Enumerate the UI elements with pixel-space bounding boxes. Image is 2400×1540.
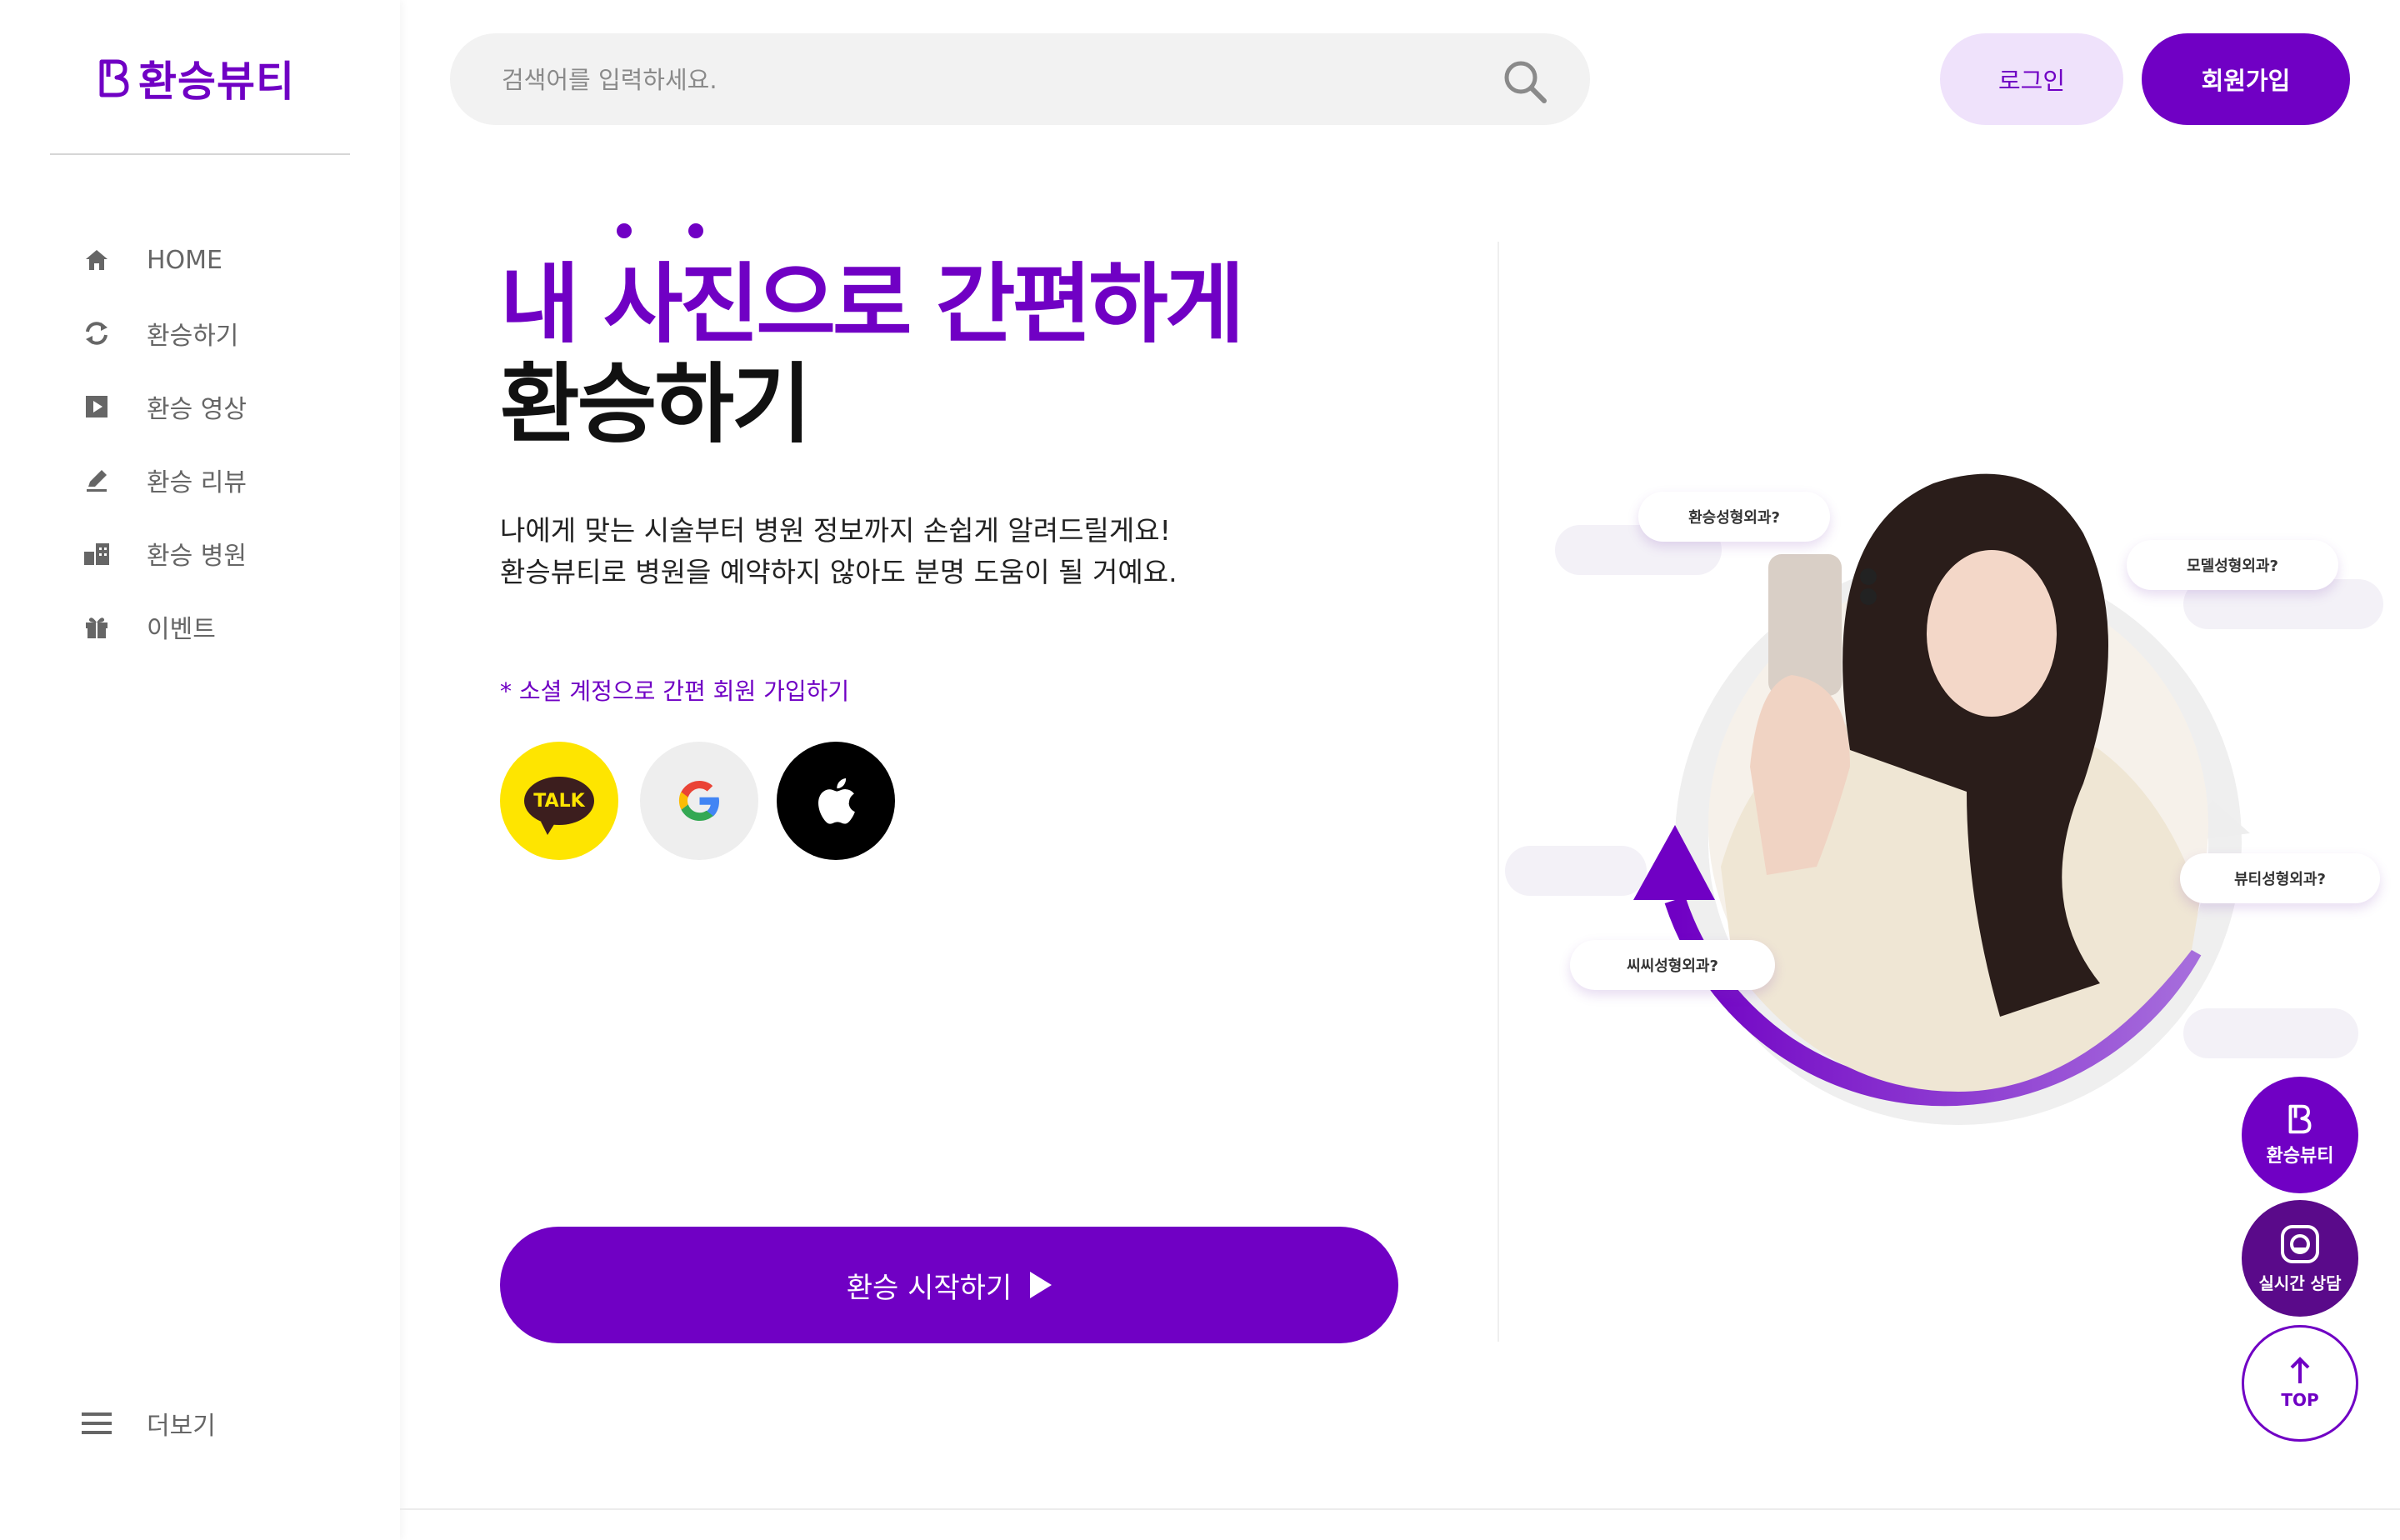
sidebar-item-hospital[interactable]: 환승 병원: [80, 517, 247, 590]
scroll-top-label: TOP: [2281, 1390, 2319, 1410]
hero-illustration: 환승성형외과? 모델성형외과? 뷰티성형외과? 씨씨성형외과?: [1500, 433, 2400, 1183]
hero-desc-line2: 환승뷰티로 병원을 예약하지 않아도 분명 도움이 될 거예요.: [500, 556, 1178, 588]
building-icon: [80, 537, 113, 570]
kakao-login-button[interactable]: TALK: [500, 742, 618, 860]
search-input[interactable]: [500, 33, 1420, 127]
play-icon: [80, 390, 113, 423]
arrow-up-icon: [2290, 1357, 2310, 1383]
more-menu[interactable]: 더보기: [80, 1390, 216, 1457]
sidebar-item-label: 환승 리뷰: [147, 468, 247, 498]
sidebar-item-label: 환승 영상: [147, 395, 247, 424]
live-chat-label: 실시간 상담: [2258, 1272, 2342, 1293]
logo-b-icon: [99, 59, 129, 98]
bubble-1: 환승성형외과?: [1638, 492, 1830, 542]
apple-icon: [818, 778, 855, 824]
kakao-talk-label: TALK: [533, 790, 585, 812]
apple-login-button[interactable]: [777, 742, 895, 860]
sidebar-item-label: HOME: [147, 245, 223, 275]
gift-icon: [80, 610, 113, 643]
more-label: 더보기: [147, 1412, 216, 1441]
logo-text: 환승뷰티: [138, 58, 295, 106]
sidebar-item-event[interactable]: 이벤트: [80, 590, 247, 663]
hero-desc-line1: 나에게 맞는 시술부터 병원 정보까지 손쉽게 알려드릴게요!: [500, 514, 1171, 547]
pencil-icon: [80, 463, 113, 497]
google-login-button[interactable]: [640, 742, 758, 860]
search-bar: [450, 33, 1590, 127]
logo-b-icon: [2288, 1104, 2312, 1134]
sidebar-item-home[interactable]: HOME: [80, 223, 247, 297]
sidebar-divider: [50, 153, 350, 155]
sidebar-nav: HOME 환승하기 환승 영상 환승 리뷰 환승 병원 이벤트: [80, 223, 247, 663]
bubble-4: 씨씨성형외과?: [1570, 940, 1775, 990]
play-arrow-icon: [1030, 1272, 1052, 1298]
sidebar-item-transfer[interactable]: 환승하기: [80, 297, 247, 370]
sidebar: 환승뷰티 HOME 환승하기 환승 영상 환승 리뷰 환승 병원 이벤트 더보기: [0, 0, 400, 1540]
google-icon: [678, 781, 719, 821]
home-icon: [80, 243, 113, 277]
kakao-talk-icon: TALK: [524, 777, 594, 835]
hamburger-icon: [80, 1407, 113, 1440]
live-chat-button[interactable]: 실시간 상담: [2242, 1200, 2358, 1317]
login-button[interactable]: 로그인: [1940, 33, 2123, 125]
footer-divider: [400, 1508, 2400, 1510]
content-divider: [1498, 242, 1499, 1342]
floating-brand-button[interactable]: 환승뷰티: [2242, 1077, 2358, 1193]
sidebar-item-label: 환승하기: [147, 322, 239, 351]
scroll-top-button[interactable]: TOP: [2242, 1325, 2358, 1442]
refresh-icon: [80, 317, 113, 350]
signup-button[interactable]: 회원가입: [2142, 33, 2350, 125]
sidebar-item-video[interactable]: 환승 영상: [80, 370, 247, 443]
sidebar-item-label: 환승 병원: [147, 542, 247, 571]
hero-description: 나에게 맞는 시술부터 병원 정보까지 손쉽게 알려드릴게요! 환승뷰티로 병원…: [500, 510, 1178, 593]
floating-brand-label: 환승뷰티: [2266, 1146, 2334, 1167]
sidebar-item-review[interactable]: 환승 리뷰: [80, 443, 247, 517]
start-button-label: 환승 시작하기: [846, 1271, 1012, 1305]
search-icon[interactable]: [1502, 58, 1548, 105]
start-transfer-button[interactable]: 환승 시작하기: [500, 1227, 1398, 1343]
chat-icon: [2281, 1224, 2319, 1263]
sidebar-item-label: 이벤트: [147, 615, 216, 644]
brand-logo[interactable]: 환승뷰티: [97, 48, 295, 108]
bubble-3: 뷰티성형외과?: [2180, 853, 2380, 903]
social-signup-note: * 소셜 계정으로 간편 회원 가입하기: [500, 678, 850, 705]
bubble-2: 모델성형외과?: [2127, 540, 2338, 590]
hero-title-line2: 환승하기: [500, 353, 812, 455]
